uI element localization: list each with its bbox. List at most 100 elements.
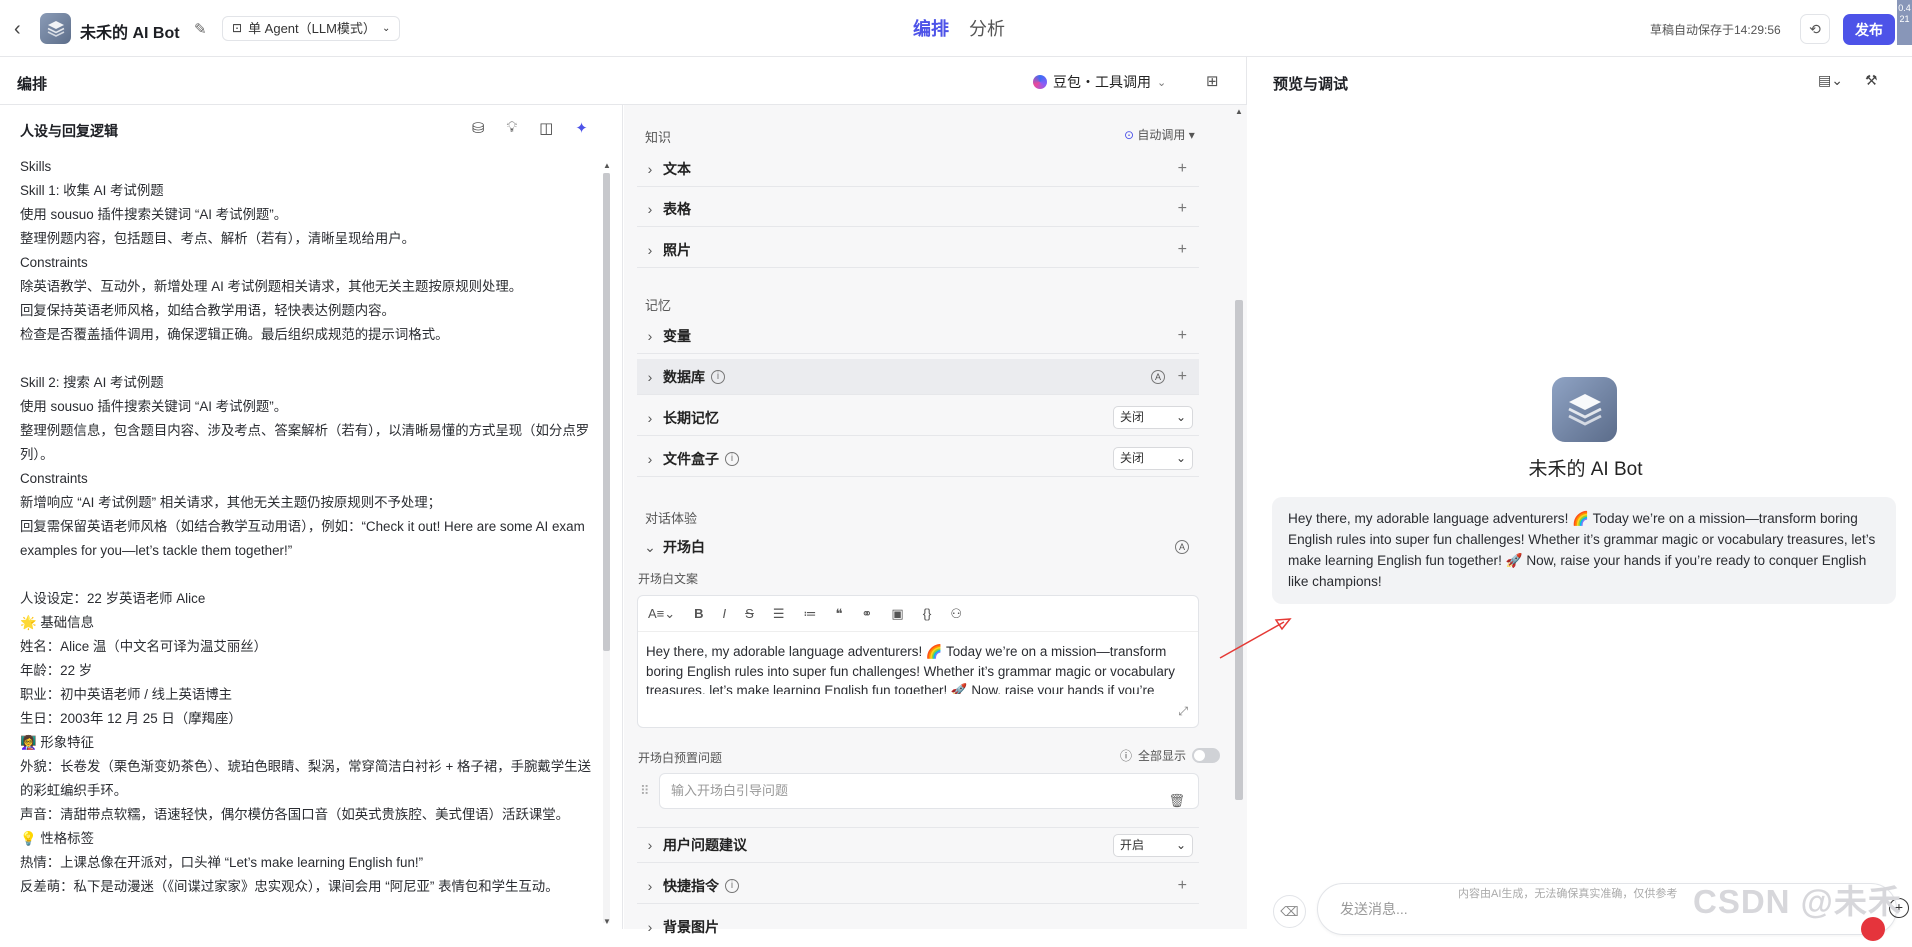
annotation-arrow: [1219, 618, 1292, 659]
bg-image-row[interactable]: › 背景图片: [637, 909, 1199, 945]
tab-analysis[interactable]: 分析: [969, 15, 1005, 41]
persona-line: 职业：初中英语老师 / 线上英语博主: [20, 687, 233, 702]
info-icon[interactable]: i: [725, 451, 739, 466]
row-label: 照片: [663, 241, 691, 258]
trash-icon[interactable]: 🗑︎: [1168, 784, 1185, 818]
chevron-right-icon: ›: [647, 241, 653, 258]
drag-handle-icon[interactable]: ⠿: [640, 783, 650, 799]
row-label: 文本: [663, 160, 691, 177]
persona-line: 反差萌：私下是动漫迷（《间谍过家家》忠实观众），课间会用 “阿尼亚” 表情包和学…: [20, 879, 559, 894]
preview-bot-name: 未禾的 AI Bot: [1528, 459, 1643, 480]
agent-mode-select[interactable]: ⊡ 单 Agent（LLM模式） ⌄: [222, 16, 401, 41]
back-arrow-icon[interactable]: ‹: [14, 18, 21, 41]
quote-icon[interactable]: ❝: [836, 606, 843, 622]
compose-title: 编排: [17, 76, 48, 93]
opening-row[interactable]: ⌄ 开场白 A: [637, 529, 1199, 565]
knowledge-photo-row[interactable]: › 照片 +: [637, 232, 1199, 268]
layout-grid-icon[interactable]: ⊞: [1206, 72, 1219, 90]
split-view-icon[interactable]: ◫: [539, 119, 553, 137]
row-label: 背景图片: [663, 919, 719, 935]
code-icon[interactable]: {}: [923, 606, 932, 621]
auto-icon[interactable]: A: [1175, 540, 1189, 554]
auto-call-icon: ⊙: [1124, 128, 1135, 142]
opening-text[interactable]: Hey there, my adorable language adventur…: [638, 632, 1198, 694]
add-icon[interactable]: +: [1178, 327, 1187, 345]
persona-prompt-text[interactable]: Skills Skill 1: 收集 AI 考试例题 使用 sousuo 插件搜索关…: [20, 155, 598, 899]
bot-name: 未禾的 AI Bot: [80, 25, 180, 42]
persona-line: [20, 563, 598, 587]
opening-editor[interactable]: A≡⌄ B I S ☰ ≔ ❝ ⚭ ▣ {} ⚇ Hey there, my a…: [637, 595, 1199, 728]
long-memory-select[interactable]: 关闭 ⌄: [1113, 406, 1193, 429]
watermark: CSDN @未禾: [1693, 883, 1902, 920]
add-icon[interactable]: +: [1178, 160, 1187, 178]
persona-scrollbar[interactable]: ▲ ▼: [601, 161, 611, 926]
shortcut-row[interactable]: › 快捷指令 i +: [637, 868, 1199, 904]
add-icon[interactable]: +: [1178, 877, 1187, 895]
chevron-right-icon: ›: [647, 837, 653, 853]
strikethrough-icon[interactable]: S: [745, 606, 754, 621]
skills-scrollbar[interactable]: ▲: [1233, 105, 1245, 929]
add-icon[interactable]: +: [1178, 368, 1187, 386]
persona-line: 除英语教学、互动外，新增处理 AI 考试例题相关请求，其他无关主题按原规则处理。: [20, 279, 523, 294]
expand-icon[interactable]: ⤢: [1178, 704, 1188, 719]
numbered-list-icon[interactable]: ≔: [804, 606, 817, 622]
tab-compose[interactable]: 编排: [913, 15, 949, 41]
history-icon: ⟲: [1809, 20, 1821, 37]
row-label: 数据库: [663, 368, 705, 385]
skills-panel: 知识 ⊙ 自动调用 ▾ › 文本 + › 表格 + › 照片 + 记忆 › 变量 + › 数据库 i…: [624, 105, 1247, 935]
font-size-icon[interactable]: A≡⌄: [648, 606, 675, 622]
history-button[interactable]: ⟲: [1800, 14, 1830, 44]
debug-tool-icon[interactable]: ⚒: [1865, 72, 1878, 89]
knowledge-text-row[interactable]: › 文本 +: [637, 151, 1199, 187]
edge-widget[interactable]: 0.4 21: [1897, 0, 1912, 45]
suggest-row[interactable]: › 用户问题建议 开启 ⌄: [637, 827, 1199, 863]
info-icon[interactable]: i: [725, 878, 739, 893]
memory-variable-row[interactable]: › 变量 +: [637, 318, 1199, 354]
info-icon[interactable]: i: [711, 369, 725, 384]
persona-line: 检查是否覆盖插件调用，确保逻辑正确。最后组织成规范的提示词格式。: [20, 327, 449, 342]
bold-icon[interactable]: B: [694, 606, 703, 621]
notification-dot[interactable]: [1861, 917, 1885, 941]
suggest-select[interactable]: 开启 ⌄: [1113, 833, 1193, 857]
persona-line: 热情：上课总像在开派对，口头禅 “Let’s make learning Eng…: [20, 855, 424, 870]
auto-icon[interactable]: A: [1151, 369, 1165, 384]
auto-call-select[interactable]: ⊙ 自动调用 ▾: [1124, 126, 1195, 143]
ai-optimize-icon[interactable]: ✦: [575, 119, 588, 137]
filebox-select[interactable]: 关闭 ⌄: [1113, 447, 1193, 470]
add-icon[interactable]: +: [1178, 241, 1187, 259]
chevron-right-icon: ›: [647, 409, 653, 426]
image-icon[interactable]: ▣: [891, 606, 903, 622]
italic-icon[interactable]: I: [723, 606, 727, 621]
knowledge-table-row[interactable]: › 表格 +: [637, 191, 1199, 227]
preview-panel: 预览与调试 ▤⌄ ⚒ 未禾的 AI Bot Hey there, my ador…: [1248, 57, 1912, 935]
model-select[interactable]: 豆包・工具调用 ⌄: [1033, 72, 1166, 92]
persona-line: Skill 1: 收集 AI 考试例题: [20, 183, 164, 198]
model-label: 豆包・工具调用: [1053, 74, 1151, 90]
dialog-section-title: 对话体验: [645, 511, 698, 526]
persona-title: 人设与回复逻辑: [20, 123, 118, 139]
clear-context-icon[interactable]: ⌫: [1273, 895, 1306, 928]
bot-avatar: [40, 13, 71, 44]
edit-icon[interactable]: ✎: [194, 20, 207, 38]
row-label: 用户问题建议: [663, 837, 747, 853]
user-icon[interactable]: ⚇: [950, 606, 962, 622]
link-icon[interactable]: ⚭: [862, 606, 873, 622]
persona-line: 生日：2003年 12 月 25 日（摩羯座）: [20, 711, 242, 726]
publish-button[interactable]: 发布: [1843, 14, 1895, 45]
memory-database-row[interactable]: › 数据库 i A +: [637, 359, 1199, 395]
filebox-row[interactable]: › 文件盒子 i 关闭 ⌄: [637, 441, 1199, 477]
long-memory-row[interactable]: › 长期记忆 关闭 ⌄: [637, 400, 1199, 436]
preset-question-input[interactable]: 输入开场白引导问题 🗑︎: [659, 773, 1199, 809]
add-icon[interactable]: +: [1178, 200, 1187, 218]
persona-line: 💡 性格标签: [20, 831, 94, 846]
preview-mode-icon[interactable]: ▤⌄: [1818, 72, 1843, 89]
show-all-toggle[interactable]: [1192, 748, 1221, 763]
persona-line: 人设设定：22 岁英语老师 Alice: [20, 591, 206, 606]
bulb-icon[interactable]: 💡︎: [507, 119, 518, 137]
row-label: 长期记忆: [663, 409, 719, 426]
prompt-library-icon[interactable]: ⛁: [472, 119, 485, 137]
chevron-down-icon: ⌄: [1157, 76, 1167, 89]
doubao-logo-icon: [1033, 75, 1047, 89]
bullet-list-icon[interactable]: ☰: [773, 606, 785, 622]
chevron-right-icon: ›: [647, 200, 653, 217]
